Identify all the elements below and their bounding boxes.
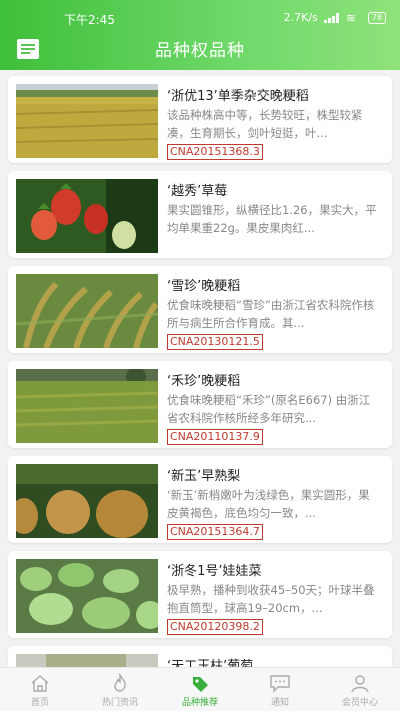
cabbage-image [16,559,158,633]
flame-icon [114,673,126,692]
item-code: CNA20110137.9 [167,429,263,445]
tab-label: 通知 [270,698,289,708]
item-title: ‘越秀’草莓 [167,184,228,199]
item-title: ‘禾珍’晚粳稻 [167,374,241,389]
item-title: ‘雪珍’晚粳稻 [167,279,241,294]
item-description: 优食味晚粳稻“雪珍”由浙江省农科院作核所与病生所合作育成。其... [167,298,375,330]
item-description: ‘新玉’新梢嫩叶为浅绿色，果实圆形，果皮黄褐色，底色均匀一致，... [167,488,370,520]
item-code: CNA20151364.7 [167,524,263,540]
bottom-tab-bar: 首页 热门资讯 品种推荐 通知 会员中心 [0,667,400,711]
tab-label: 首页 [30,698,49,708]
battery-icon: 78 [367,11,386,24]
tab-variety-recommend[interactable]: 品种推荐 [160,668,240,711]
tab-label: 会员中心 [341,698,378,708]
tag-icon [193,677,208,692]
list-item[interactable]: ‘禾珍’晚粳稻 优食味晚粳稻“禾珍”(原名E667) 由浙江省农科院作核所经多年… [8,361,392,448]
page-title: 品种权品种 [155,41,245,61]
list-item[interactable]: ‘浙优13’单季杂交晚粳稻 该品种株高中等，长势较旺，株型较紧凑，生育期长，剑叶… [8,76,392,163]
item-code: CNA20130121.5 [167,334,263,350]
tab-home[interactable]: 首页 [0,668,80,711]
network-speed: 2.7K/s [283,11,318,24]
list-item[interactable]: ‘浙冬1号’娃娃菜 极早熟，播种到收获45–50天；叶球半叠抱直筒型，球高19–… [8,551,392,638]
tab-notice[interactable]: 通知 [240,668,320,711]
variety-list[interactable]: ‘浙优13’单季杂交晚粳稻 该品种株高中等，长势较旺，株型较紧凑，生育期长，剑叶… [0,70,400,667]
rice-field-image [16,84,158,158]
strawberry-image [16,179,158,253]
item-description: 优食味晚粳稻“禾珍”(原名E667) 由浙江省农科院作核所经多年研究... [167,393,371,425]
message-icon [270,675,290,693]
rice-field-trees-image [16,369,158,443]
item-code: CNA20120398.2 [167,619,263,635]
pear-image [16,464,158,538]
item-description: 该品种株高中等，长势较旺，株型较紧凑，生育期长，剑叶短挺，叶... [167,108,363,140]
item-code: CNA20151368.3 [167,144,263,160]
wifi-icon: ≋ [345,10,356,25]
item-description: 果实圆锥形，纵横径比1.26，果实大，平均单果重22g。果皮果肉红... [167,203,377,235]
rice-ears-image [16,274,158,348]
status-time: 下午2:45 [64,13,115,27]
tab-label: 品种推荐 [181,698,218,708]
status-indicators: 2.7K/s ≋ 78 [284,11,386,24]
item-title: ‘浙冬1号’娃娃菜 [167,564,262,579]
tab-label: 热门资讯 [101,698,138,708]
list-item[interactable]: ‘越秀’草莓 果实圆锥形，纵横径比1.26，果实大，平均单果重22g。果皮果肉红… [8,171,392,258]
home-icon [31,675,49,692]
cell-signal-icon [323,12,340,23]
list-item[interactable]: ‘新玉’早熟梨 ‘新玉’新梢嫩叶为浅绿色，果实圆形，果皮黄褐色，底色均匀一致，.… [8,456,392,543]
status-bar: 下午2:45 2.7K/s ≋ 78 [0,0,400,36]
app-header: 下午2:45 2.7K/s ≋ 78 品种权品种 [0,0,400,70]
item-title: ‘浙优13’单季杂交晚粳稻 [167,89,309,104]
list-item[interactable]: ‘雪珍’晚粳稻 优食味晚粳稻“雪珍”由浙江省农科院作核所与病生所合作育成。其..… [8,266,392,353]
item-title: ‘天工玉柱’葡萄 [167,659,254,667]
item-description: 极早熟，播种到收获45–50天；叶球半叠抱直筒型，球高19–20cm，... [167,583,375,615]
item-title: ‘新玉’早熟梨 [167,469,241,484]
grape-image [16,654,158,667]
list-item[interactable]: ‘天工玉柱’葡萄 [8,646,392,667]
tab-member-center[interactable]: 会员中心 [320,668,400,711]
user-icon [351,675,369,693]
tab-hot-news[interactable]: 热门资讯 [80,668,160,711]
